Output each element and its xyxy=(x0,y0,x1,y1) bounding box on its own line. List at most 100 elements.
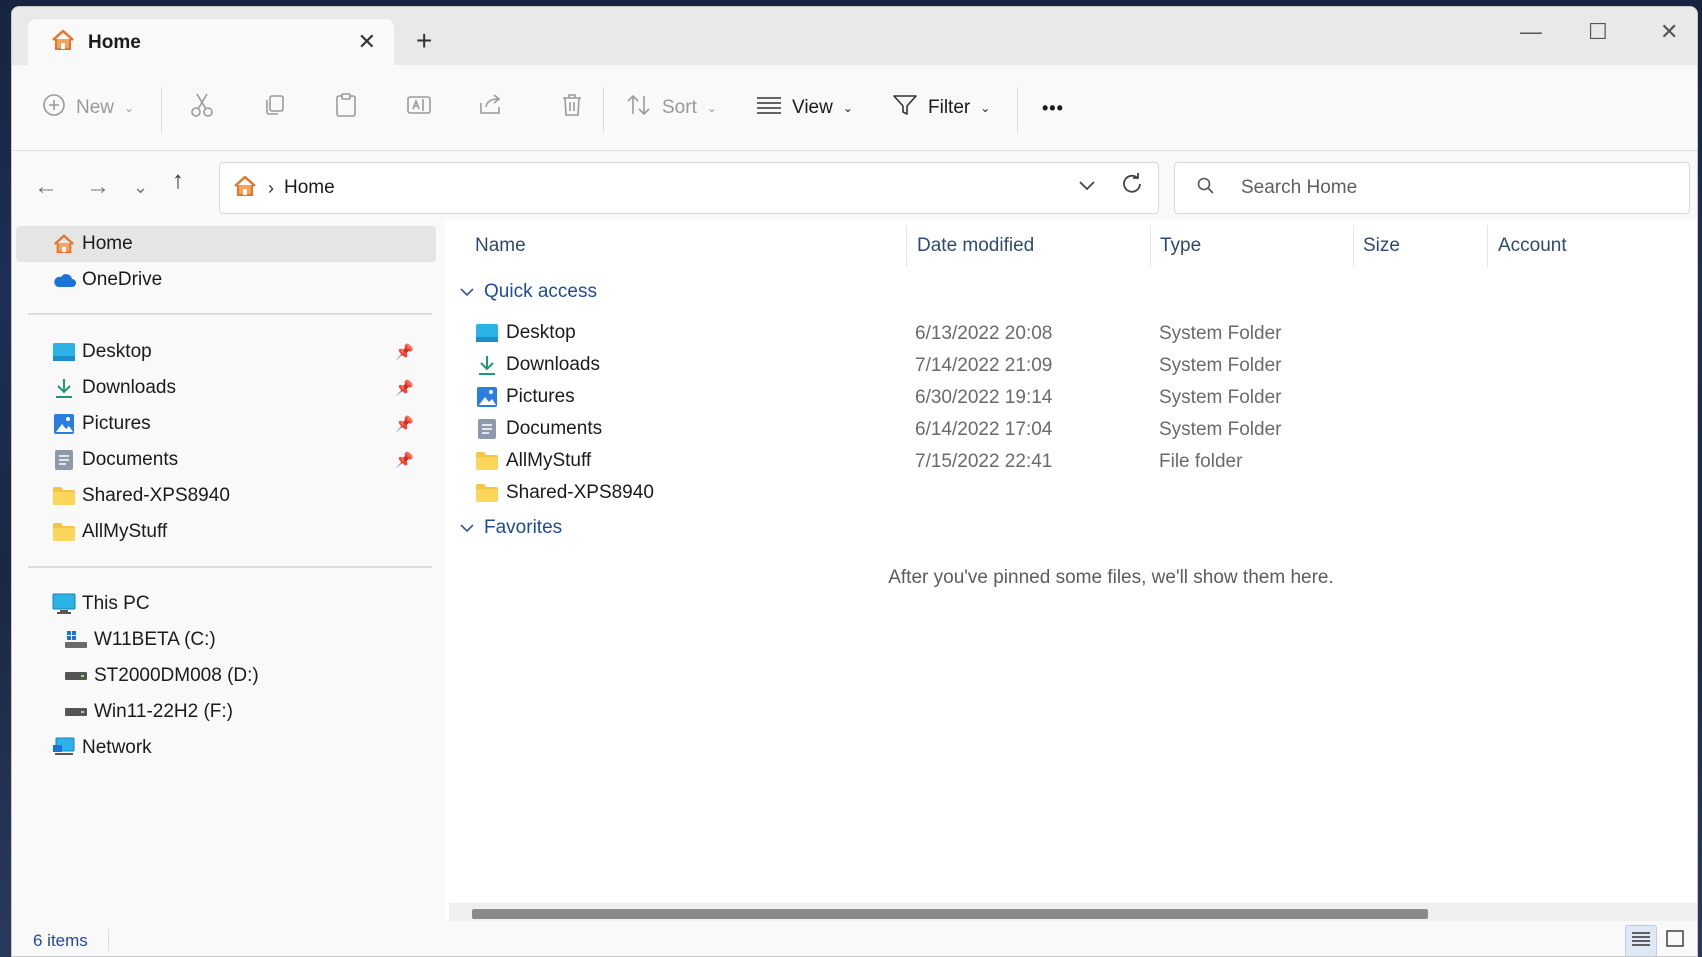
list-item[interactable]: Downloads 7/14/2022 21:09 System Folder xyxy=(474,349,1674,381)
sidebar-item-c-drive[interactable]: W11BETA (C:) xyxy=(16,622,436,658)
new-tab-button[interactable]: + xyxy=(416,27,432,55)
windows-drive-icon xyxy=(64,628,88,652)
breadcrumb-home[interactable]: Home xyxy=(284,177,335,199)
chevron-down-icon: ⌄ xyxy=(842,101,853,115)
sidebar-item-label: OneDrive xyxy=(82,269,163,290)
address-bar[interactable]: › Home xyxy=(219,162,1159,214)
filter-button[interactable]: Filter ⌄ xyxy=(892,65,990,151)
title-bar: Home ✕ + — ☐ ✕ xyxy=(12,7,1697,66)
sort-button[interactable]: Sort ⌄ xyxy=(626,65,717,151)
pin-icon[interactable]: 📌 xyxy=(395,379,414,397)
paste-button[interactable] xyxy=(334,65,358,151)
file-date: 7/14/2022 21:09 xyxy=(915,355,1053,376)
pin-icon[interactable]: 📌 xyxy=(395,415,414,433)
rename-button[interactable] xyxy=(406,65,432,151)
tiles-view-button[interactable] xyxy=(1659,925,1691,956)
column-header-type[interactable]: Type xyxy=(1160,235,1201,257)
sidebar-item-home[interactable]: Home xyxy=(16,226,436,262)
close-icon[interactable]: ✕ xyxy=(358,29,376,55)
tiles-view-icon xyxy=(1665,929,1685,953)
sidebar-item-network[interactable]: Network xyxy=(16,730,436,766)
sidebar-item-label: AllMyStuff xyxy=(82,521,168,542)
drive-icon xyxy=(64,700,88,724)
column-header-date-modified[interactable]: Date modified xyxy=(917,235,1034,257)
list-item[interactable]: Desktop 6/13/2022 20:08 System Folder xyxy=(474,317,1674,349)
filter-label: Filter xyxy=(928,97,971,118)
sidebar-item-label: Win11-22H2 (F:) xyxy=(94,701,234,722)
view-label: View xyxy=(792,97,833,118)
column-header-account[interactable]: Account xyxy=(1498,235,1567,257)
refresh-icon[interactable] xyxy=(1120,172,1144,203)
copy-button[interactable] xyxy=(262,65,286,151)
view-button[interactable]: View ⌄ xyxy=(756,65,853,151)
clipboard-icon xyxy=(334,92,358,124)
maximize-button[interactable]: ☐ xyxy=(1588,19,1608,45)
home-icon xyxy=(52,232,76,256)
pin-icon[interactable]: 📌 xyxy=(395,343,414,361)
chevron-down-icon[interactable] xyxy=(1078,176,1096,197)
list-item[interactable]: Documents 6/14/2022 17:04 System Folder xyxy=(474,413,1674,445)
address-row: ← → ⌄ ↑ › Home xyxy=(12,151,1697,221)
recent-locations-button[interactable]: ⌄ xyxy=(133,177,148,198)
column-header-name[interactable]: Name xyxy=(475,235,526,257)
sidebar-item-documents[interactable]: Documents 📌 xyxy=(16,442,436,478)
minimize-button[interactable]: — xyxy=(1520,19,1542,45)
desktop-folder-icon xyxy=(474,321,500,345)
sidebar-item-onedrive[interactable]: OneDrive xyxy=(16,262,436,298)
close-window-button[interactable]: ✕ xyxy=(1660,19,1678,45)
sidebar-item-shared-xps8940[interactable]: Shared-XPS8940 xyxy=(16,478,436,514)
home-icon xyxy=(50,28,76,57)
column-divider xyxy=(1487,225,1488,267)
see-more-button[interactable]: ••• xyxy=(1042,65,1064,151)
group-quick-access[interactable]: Quick access xyxy=(460,281,597,303)
sidebar-item-desktop[interactable]: Desktop 📌 xyxy=(16,334,436,370)
divider xyxy=(603,87,604,133)
tab-home[interactable]: Home ✕ xyxy=(28,19,394,66)
sidebar-item-this-pc[interactable]: This PC xyxy=(16,586,436,622)
cut-button[interactable] xyxy=(190,65,214,151)
column-divider xyxy=(1150,225,1151,267)
list-item[interactable]: Pictures 6/30/2022 19:14 System Folder xyxy=(474,381,1674,413)
sort-label: Sort xyxy=(662,97,697,118)
sidebar-item-label: Home xyxy=(82,233,133,254)
sidebar-item-d-drive[interactable]: ST2000DM008 (D:) xyxy=(16,658,436,694)
chevron-down-icon: ⌄ xyxy=(124,101,135,115)
sidebar-item-pictures[interactable]: Pictures 📌 xyxy=(16,406,436,442)
sidebar-item-f-drive[interactable]: Win11-22H2 (F:) xyxy=(16,694,436,730)
navigation-pane: Home OneDrive Desktop 📌 Downloads 📌 Pict… xyxy=(12,221,445,921)
search-box[interactable] xyxy=(1174,162,1690,214)
sidebar-item-label: Documents xyxy=(82,449,179,470)
rename-icon xyxy=(406,93,432,123)
list-item[interactable]: AllMyStuff 7/15/2022 22:41 File folder xyxy=(474,445,1674,477)
forward-button[interactable]: → xyxy=(86,173,110,201)
share-button[interactable] xyxy=(478,65,504,151)
new-button[interactable]: New ⌄ xyxy=(42,65,134,151)
file-date: 6/13/2022 20:08 xyxy=(915,323,1053,344)
pictures-icon xyxy=(474,385,500,409)
downloads-icon xyxy=(52,376,76,400)
status-bar: 6 items xyxy=(12,921,1697,956)
details-view-button[interactable] xyxy=(1625,925,1657,956)
sidebar-item-downloads[interactable]: Downloads 📌 xyxy=(16,370,436,406)
home-icon xyxy=(232,174,258,203)
copy-icon xyxy=(262,93,286,123)
column-header-size[interactable]: Size xyxy=(1363,235,1400,257)
search-input[interactable] xyxy=(1241,177,1641,199)
view-list-icon xyxy=(756,95,782,121)
chevron-down-icon xyxy=(460,520,474,536)
back-button[interactable]: ← xyxy=(34,173,58,201)
details-view-icon xyxy=(1631,930,1651,953)
plus-circle-icon xyxy=(42,93,66,123)
sidebar-item-allmystuff[interactable]: AllMyStuff xyxy=(16,514,436,550)
up-button[interactable]: ↑ xyxy=(172,167,184,195)
delete-button[interactable] xyxy=(561,65,583,151)
group-favorites[interactable]: Favorites xyxy=(460,517,562,539)
pin-icon[interactable]: 📌 xyxy=(395,451,414,469)
folder-icon xyxy=(474,481,500,505)
list-item[interactable]: Shared-XPS8940 xyxy=(474,477,1674,509)
horizontal-scrollbar-thumb[interactable] xyxy=(472,909,1428,919)
file-explorer-window: Home ✕ + — ☐ ✕ New ⌄ Sort ⌄ View ⌄ Filte… xyxy=(11,6,1698,957)
folder-icon xyxy=(52,484,76,508)
sidebar-item-label: W11BETA (C:) xyxy=(94,629,216,650)
scissors-icon xyxy=(190,92,214,124)
